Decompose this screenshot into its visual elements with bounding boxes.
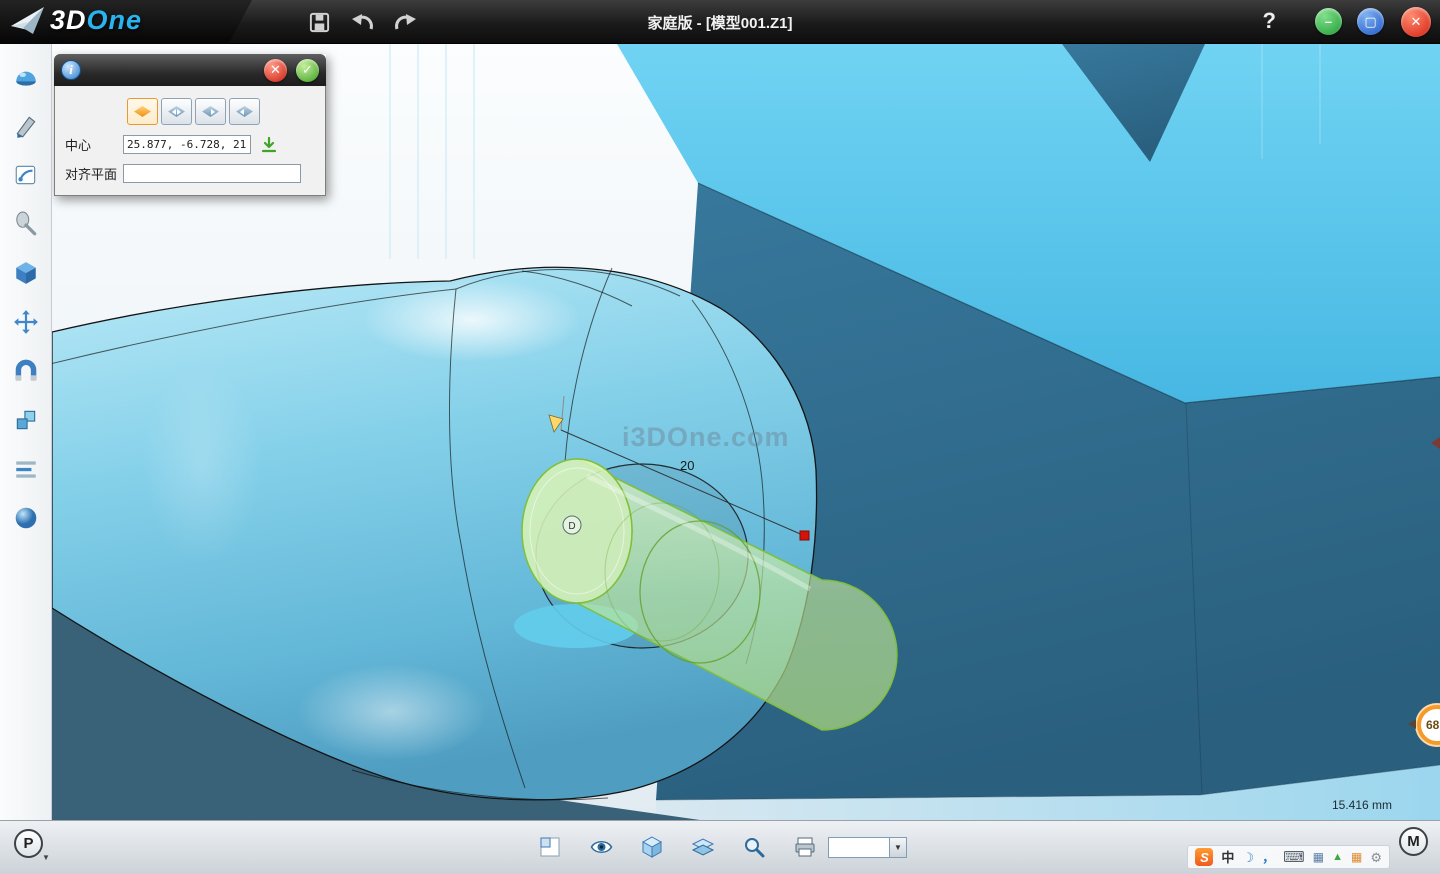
layers-button[interactable] bbox=[690, 834, 716, 860]
sogou-ime-icon[interactable]: S bbox=[1195, 848, 1213, 866]
dialog-cancel-button[interactable]: ✕ bbox=[264, 59, 287, 82]
solid-edit-tool-icon[interactable] bbox=[10, 259, 42, 287]
paper-plane-logo-icon bbox=[10, 4, 46, 36]
p-mode-button[interactable]: P bbox=[14, 829, 43, 858]
ime-language-toggle[interactable]: 中 bbox=[1221, 851, 1234, 864]
green-arrow-icon bbox=[260, 136, 278, 154]
dimension-value: 20 bbox=[680, 458, 694, 473]
print-icon bbox=[793, 835, 817, 859]
surface-tool-icon[interactable] bbox=[10, 210, 42, 238]
eye-icon bbox=[589, 835, 614, 859]
move-tool-icon[interactable] bbox=[10, 308, 42, 336]
model-highlight-2 bbox=[297, 664, 487, 760]
punctuation-icon[interactable]: ， bbox=[1262, 851, 1275, 864]
pick-point-button[interactable] bbox=[260, 136, 278, 154]
dialog-confirm-button[interactable]: ✓ bbox=[296, 59, 319, 82]
align-plane-input[interactable] bbox=[123, 164, 301, 183]
dialog-body: 中心 对齐平面 bbox=[54, 86, 326, 196]
mode-edge-button[interactable] bbox=[161, 98, 192, 125]
3done-application: 3DOne 家庭版 - [模型001.Z1] ? – ▢ ✕ bbox=[0, 0, 1440, 874]
print-button[interactable] bbox=[792, 834, 818, 860]
titlebar: 3DOne 家庭版 - [模型001.Z1] ? – ▢ ✕ bbox=[0, 0, 1440, 44]
softboard-icon[interactable]: ▦ bbox=[1313, 851, 1324, 863]
measure-tool-icon[interactable] bbox=[10, 455, 42, 483]
sketch-edit-tool-icon[interactable] bbox=[10, 161, 42, 189]
tray-apps-icon[interactable]: ▦ bbox=[1351, 851, 1362, 863]
view-plane-button[interactable] bbox=[537, 834, 563, 860]
drag-handle-red[interactable] bbox=[800, 531, 809, 540]
view-controls bbox=[537, 834, 818, 860]
app-logo: 3DOne bbox=[10, 4, 142, 36]
zoom-scale-select[interactable]: ▼ bbox=[828, 837, 907, 858]
zoom-scale-value bbox=[828, 837, 890, 858]
system-tray: S 中 ☽ ， ⌨ ▦ ▲ ▦ ⚙ bbox=[1187, 845, 1390, 869]
left-toolbar bbox=[0, 44, 52, 820]
badge-pointer-icon bbox=[1408, 719, 1416, 729]
diamond-icon bbox=[236, 106, 253, 117]
panel-toggle-arrow-icon[interactable] bbox=[1431, 437, 1440, 449]
primitives-tool-icon[interactable] bbox=[10, 63, 42, 91]
undo-icon bbox=[351, 11, 375, 33]
shape-mode-buttons bbox=[127, 98, 317, 125]
dialog-header: i ✕ ✓ bbox=[54, 54, 326, 86]
diamond-icon bbox=[134, 106, 151, 117]
center-label: 中心 bbox=[63, 135, 123, 154]
m-mode-button[interactable]: M bbox=[1399, 827, 1428, 856]
grid-lines bbox=[390, 44, 474, 259]
redo-button[interactable] bbox=[391, 9, 419, 35]
center-coordinates-input[interactable] bbox=[123, 135, 251, 154]
viewport-3d[interactable]: 20 D i3DOne.com 15.416 mm 68 i ✕ ✓ bbox=[52, 44, 1440, 820]
app-name: 3DOne bbox=[50, 5, 142, 36]
tray-settings-icon[interactable]: ⚙ bbox=[1370, 851, 1382, 864]
view-orientation-button[interactable] bbox=[639, 834, 665, 860]
save-icon bbox=[308, 11, 331, 34]
align-plane-label: 对齐平面 bbox=[63, 164, 123, 183]
mode-corner-button[interactable] bbox=[195, 98, 226, 125]
info-icon: i bbox=[61, 60, 81, 80]
align-field-row: 对齐平面 bbox=[63, 164, 317, 183]
model-highlight bbox=[362, 278, 582, 362]
minimize-button[interactable]: – bbox=[1315, 8, 1342, 35]
drag-point-label: D bbox=[568, 521, 575, 532]
sketch-tool-icon[interactable] bbox=[10, 112, 42, 140]
chevron-down-icon: ▼ bbox=[890, 837, 907, 858]
material-tool-icon[interactable] bbox=[10, 504, 42, 532]
close-button[interactable]: ✕ bbox=[1401, 7, 1431, 37]
zoom-icon bbox=[742, 835, 766, 859]
combine-tool-icon[interactable] bbox=[10, 406, 42, 434]
visibility-button[interactable] bbox=[588, 834, 614, 860]
zoom-button[interactable] bbox=[741, 834, 767, 860]
cylinder-parameter-dialog: i ✕ ✓ 中心 bbox=[54, 54, 326, 196]
center-field-row: 中心 bbox=[63, 135, 317, 154]
view-plane-icon bbox=[538, 835, 562, 859]
maximize-button[interactable]: ▢ bbox=[1357, 8, 1384, 35]
main-area: 20 D i3DOne.com 15.416 mm 68 i ✕ ✓ bbox=[0, 44, 1440, 820]
fullwidth-moon-icon[interactable]: ☽ bbox=[1242, 851, 1254, 864]
mode-center-button[interactable] bbox=[127, 98, 158, 125]
undo-button[interactable] bbox=[349, 9, 377, 35]
keyboard-icon[interactable]: ⌨ bbox=[1283, 850, 1305, 865]
save-button[interactable] bbox=[305, 9, 333, 35]
mode-free-button[interactable] bbox=[229, 98, 260, 125]
assembly-tool-icon[interactable] bbox=[10, 357, 42, 385]
model-highlight-3 bbox=[142, 364, 262, 564]
layers-icon bbox=[691, 835, 715, 859]
window-title: 家庭版 - [模型001.Z1] bbox=[647, 12, 792, 33]
view-cube-icon bbox=[640, 835, 664, 859]
bottom-toolbar: P ▼ bbox=[0, 820, 1440, 874]
redo-icon bbox=[393, 11, 417, 33]
tray-expand-icon[interactable]: ▲ bbox=[1332, 852, 1343, 863]
p-mode-dropdown-icon[interactable]: ▼ bbox=[42, 853, 50, 862]
help-button[interactable]: ? bbox=[1263, 8, 1276, 34]
length-readout: 15.416 mm bbox=[1332, 798, 1392, 812]
